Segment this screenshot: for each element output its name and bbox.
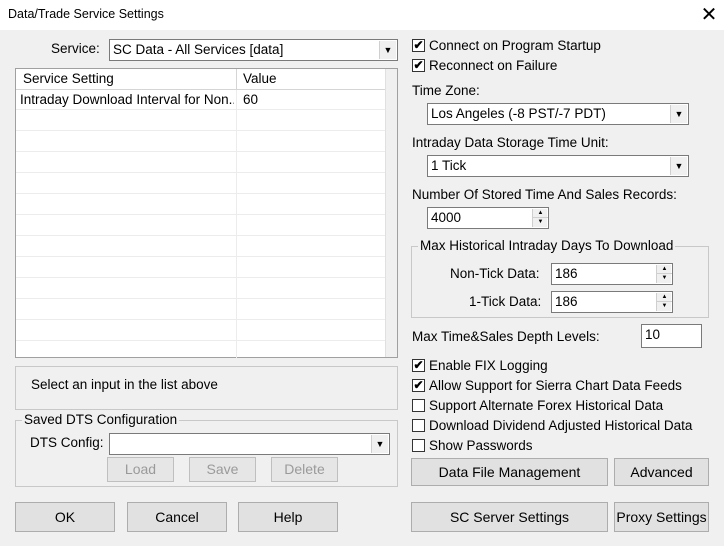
table-row bbox=[16, 153, 386, 173]
allow-sierra-feeds-label[interactable]: Allow Support for Sierra Chart Data Feed… bbox=[429, 378, 682, 393]
data-file-management-button[interactable]: Data File Management bbox=[411, 458, 608, 486]
sc-server-settings-button[interactable]: SC Server Settings bbox=[411, 502, 608, 532]
spin-down-icon[interactable]: ▼ bbox=[657, 302, 672, 311]
table-row bbox=[16, 237, 386, 257]
spin-up-icon[interactable]: ▲ bbox=[533, 209, 548, 218]
chevron-down-icon[interactable]: ▼ bbox=[670, 157, 687, 175]
table-row bbox=[16, 321, 386, 341]
title-bar: Data/Trade Service Settings ✕ bbox=[0, 0, 724, 30]
delete-button[interactable]: Delete bbox=[271, 457, 338, 482]
load-button[interactable]: Load bbox=[107, 457, 174, 482]
connect-on-startup-checkbox[interactable]: ✔ bbox=[412, 39, 425, 52]
reconnect-on-failure-checkbox[interactable]: ✔ bbox=[412, 59, 425, 72]
depth-levels-value: 10 bbox=[645, 327, 661, 342]
ok-button[interactable]: OK bbox=[15, 502, 115, 532]
non-tick-label: Non-Tick Data: bbox=[450, 266, 540, 281]
table-row bbox=[16, 300, 386, 320]
enable-fix-logging-label[interactable]: Enable FIX Logging bbox=[429, 358, 548, 373]
column-header-service-setting[interactable]: Service Setting bbox=[23, 71, 114, 86]
show-passwords-checkbox[interactable] bbox=[412, 439, 425, 452]
setting-description-box: Select an input in the list above bbox=[15, 366, 398, 410]
setting-description-text: Select an input in the list above bbox=[31, 377, 218, 392]
chevron-down-icon[interactable]: ▼ bbox=[379, 41, 396, 59]
alt-forex-label[interactable]: Support Alternate Forex Historical Data bbox=[429, 398, 663, 413]
enable-fix-logging-checkbox[interactable]: ✔ bbox=[412, 359, 425, 372]
connect-on-startup-label[interactable]: Connect on Program Startup bbox=[429, 38, 601, 53]
proxy-settings-button[interactable]: Proxy Settings bbox=[614, 502, 709, 532]
service-label: Service: bbox=[51, 41, 100, 56]
reconnect-on-failure-label[interactable]: Reconnect on Failure bbox=[429, 58, 557, 73]
table-row[interactable]: Intraday Download Interval for Non... 60 bbox=[16, 90, 386, 110]
stored-records-value: 4000 bbox=[431, 210, 462, 225]
one-tick-field[interactable]: 186 ▲ ▼ bbox=[551, 291, 673, 313]
one-tick-value: 186 bbox=[555, 294, 578, 309]
setting-name-cell: Intraday Download Interval for Non... bbox=[20, 92, 234, 107]
storage-unit-value: 1 Tick bbox=[431, 158, 467, 173]
table-row bbox=[16, 195, 386, 215]
spin-down-icon[interactable]: ▼ bbox=[657, 274, 672, 283]
setting-value-cell[interactable]: 60 bbox=[243, 92, 258, 107]
dts-config-dropdown[interactable]: ▼ bbox=[109, 433, 390, 455]
table-row bbox=[16, 216, 386, 236]
spin-up-icon[interactable]: ▲ bbox=[657, 265, 672, 274]
chevron-down-icon[interactable]: ▼ bbox=[371, 435, 388, 453]
non-tick-field[interactable]: 186 ▲ ▼ bbox=[551, 263, 673, 285]
spin-up-icon[interactable]: ▲ bbox=[657, 293, 672, 302]
window-title: Data/Trade Service Settings bbox=[8, 7, 164, 21]
table-header: Service Setting Value bbox=[16, 69, 386, 90]
time-zone-label: Time Zone: bbox=[412, 83, 480, 98]
non-tick-value: 186 bbox=[555, 266, 578, 281]
table-scrollbar[interactable] bbox=[385, 69, 397, 357]
one-tick-label: 1-Tick Data: bbox=[469, 294, 542, 309]
stored-records-label: Number Of Stored Time And Sales Records: bbox=[412, 187, 677, 202]
cancel-button[interactable]: Cancel bbox=[127, 502, 227, 532]
non-tick-spinner[interactable]: ▲ ▼ bbox=[656, 265, 672, 283]
storage-unit-label: Intraday Data Storage Time Unit: bbox=[412, 135, 609, 150]
max-days-title: Max Historical Intraday Days To Download bbox=[418, 238, 676, 253]
column-header-value[interactable]: Value bbox=[243, 71, 277, 86]
depth-levels-field[interactable]: 10 bbox=[641, 324, 702, 348]
alt-forex-checkbox[interactable] bbox=[412, 399, 425, 412]
time-zone-dropdown[interactable]: Los Angeles (-8 PST/-7 PDT) ▼ bbox=[427, 103, 689, 125]
service-selected-value: SC Data - All Services [data] bbox=[113, 42, 284, 57]
service-settings-table[interactable]: Service Setting Value Intraday Download … bbox=[15, 68, 398, 358]
show-passwords-label[interactable]: Show Passwords bbox=[429, 438, 533, 453]
advanced-button[interactable]: Advanced bbox=[614, 458, 709, 486]
dividend-adjusted-label[interactable]: Download Dividend Adjusted Historical Da… bbox=[429, 418, 692, 433]
column-divider[interactable] bbox=[236, 69, 237, 90]
allow-sierra-feeds-checkbox[interactable]: ✔ bbox=[412, 379, 425, 392]
one-tick-spinner[interactable]: ▲ ▼ bbox=[656, 293, 672, 311]
close-icon[interactable]: ✕ bbox=[696, 2, 722, 28]
dts-config-label: DTS Config: bbox=[30, 435, 104, 450]
stored-records-spinner[interactable]: ▲ ▼ bbox=[532, 209, 548, 227]
time-zone-value: Los Angeles (-8 PST/-7 PDT) bbox=[431, 106, 606, 121]
table-row bbox=[16, 258, 386, 278]
table-row bbox=[16, 279, 386, 299]
help-button[interactable]: Help bbox=[238, 502, 338, 532]
storage-unit-dropdown[interactable]: 1 Tick ▼ bbox=[427, 155, 689, 177]
dividend-adjusted-checkbox[interactable] bbox=[412, 419, 425, 432]
table-row bbox=[16, 111, 386, 131]
stored-records-field[interactable]: 4000 ▲ ▼ bbox=[427, 207, 549, 229]
saved-dts-title: Saved DTS Configuration bbox=[22, 412, 180, 427]
service-dropdown[interactable]: SC Data - All Services [data] ▼ bbox=[109, 39, 398, 61]
chevron-down-icon[interactable]: ▼ bbox=[670, 105, 687, 123]
table-row bbox=[16, 174, 386, 194]
spin-down-icon[interactable]: ▼ bbox=[533, 218, 548, 227]
save-button[interactable]: Save bbox=[189, 457, 256, 482]
table-row bbox=[16, 132, 386, 152]
depth-levels-label: Max Time&Sales Depth Levels: bbox=[412, 329, 600, 344]
